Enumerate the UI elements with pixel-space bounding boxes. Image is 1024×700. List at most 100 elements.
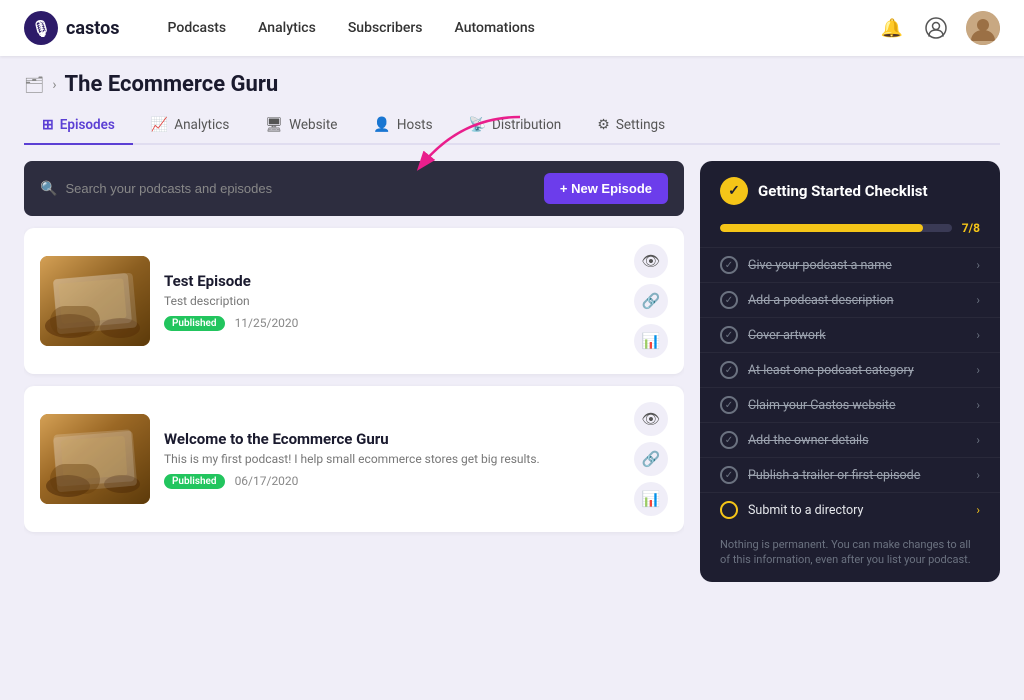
checklist-item-label: Claim your Castos website [748,398,896,413]
checklist-item-left: Submit to a directory [720,501,863,519]
stats-episode-button[interactable]: 📊 [634,324,668,358]
episode-actions: 👁 🔗 📊 [634,244,668,358]
progress-bar-background [720,224,952,232]
checklist-item-left: ✓ Give your podcast a name [720,256,892,274]
episode-date: 11/25/2020 [235,316,299,330]
content-grid: 🔍 + New Episode [24,161,1000,700]
website-tab-icon: 🖥 [265,117,283,133]
tab-distribution-label: Distribution [492,117,561,133]
checklist-item-label: Give your podcast a name [748,258,892,273]
view-episode-button[interactable]: 👁 [634,402,668,436]
nav-links: Podcasts Analytics Subscribers Automatio… [168,20,878,36]
search-icon: 🔍 [40,181,57,197]
link-episode-button[interactable]: 🔗 [634,442,668,476]
checklist-item-left: ✓ Cover artwork [720,326,826,344]
check-done-icon: ✓ [720,466,738,484]
nav-automations[interactable]: Automations [455,20,535,36]
chevron-right-icon: › [976,328,980,342]
link-icon: 🔗 [642,292,661,310]
checklist-header: ✓ Getting Started Checklist [700,161,1000,221]
eye-icon: 👁 [641,410,660,428]
progress-bar-fill [720,224,923,232]
check-done-icon: ✓ [720,396,738,414]
check-done-icon: ✓ [720,326,738,344]
chevron-right-icon: › [976,398,980,412]
eye-icon: 👁 [641,252,660,270]
link-episode-button[interactable]: 🔗 [634,284,668,318]
settings-tab-icon: ⚙ [597,117,610,133]
tab-settings-label: Settings [616,117,665,133]
checklist-item-label: Submit to a directory [748,503,863,518]
checklist-item[interactable]: ✓ Publish a trailer or first episode › [700,457,1000,492]
status-badge: Published [164,474,225,489]
user-avatar[interactable] [966,11,1000,45]
chevron-right-icon: › [976,468,980,482]
breadcrumb: 🗂 › The Ecommerce Guru [24,72,1000,97]
tab-hosts[interactable]: 👤 Hosts [355,109,450,145]
new-episode-button[interactable]: + New Episode [544,173,668,204]
chart-icon: 📊 [642,332,661,350]
checklist-item-left: ✓ Publish a trailer or first episode [720,466,920,484]
tab-episodes-label: Episodes [60,117,115,133]
episode-card: Welcome to the Ecommerce Guru This is my… [24,386,684,532]
tab-settings[interactable]: ⚙ Settings [579,109,683,145]
analytics-tab-icon: 📈 [151,117,168,133]
view-episode-button[interactable]: 👁 [634,244,668,278]
search-bar: 🔍 + New Episode [24,161,684,216]
checklist-item[interactable]: ✓ Give your podcast a name › [700,247,1000,282]
notification-icon[interactable]: 🔔 [878,14,906,42]
checklist-item-left: ✓ Claim your Castos website [720,396,896,414]
thumbnail-image [40,256,150,346]
search-input-wrap: 🔍 [40,181,544,197]
check-done-icon: ✓ [720,291,738,309]
checklist-item[interactable]: ✓ Claim your Castos website › [700,387,1000,422]
checklist-items: ✓ Give your podcast a name › ✓ Add a pod… [700,247,1000,527]
breadcrumb-separator: › [52,77,56,93]
hosts-tab-icon: 👤 [373,117,390,133]
checklist-item-label: At least one podcast category [748,363,914,378]
nav-analytics[interactable]: Analytics [258,20,316,36]
episode-title: Test Episode [164,272,620,290]
tab-analytics-label: Analytics [174,117,229,133]
tab-hosts-label: Hosts [397,117,433,133]
chart-icon: 📊 [642,490,661,508]
breadcrumb-folder-icon: 🗂 [24,75,44,94]
checklist-item-label: Publish a trailer or first episode [748,468,920,483]
checklist-item-left: ✓ Add the owner details [720,431,869,449]
checklist-item[interactable]: ✓ At least one podcast category › [700,352,1000,387]
tab-episodes[interactable]: ⊞ Episodes [24,109,133,145]
nav-podcasts[interactable]: Podcasts [168,20,227,36]
check-done-icon: ✓ [720,361,738,379]
checklist-item-left: ✓ Add a podcast description [720,291,894,309]
progress-label: 7/8 [962,221,980,235]
brand-logo[interactable]: 🎙 castos [24,11,120,45]
chevron-right-icon: › [976,433,980,447]
chevron-right-icon: › [976,258,980,272]
check-pending-icon [720,501,738,519]
account-icon[interactable] [922,14,950,42]
right-column: ✓ Getting Started Checklist 7/8 ✓ Give y… [700,161,1000,700]
episode-info: Test Episode Test description Published … [164,272,620,331]
checklist-item[interactable]: ✓ Add a podcast description › [700,282,1000,317]
checklist-item-label: Add a podcast description [748,293,894,308]
tab-analytics[interactable]: 📈 Analytics [133,109,247,145]
nav-subscribers[interactable]: Subscribers [348,20,423,36]
checklist-item[interactable]: Submit to a directory › [700,492,1000,527]
main-content: 🗂 › The Ecommerce Guru ⊞ Episodes 📈 Anal… [0,56,1024,700]
stats-episode-button[interactable]: 📊 [634,482,668,516]
episode-description: Test description [164,294,620,308]
nav-right: 🔔 [878,11,1000,45]
checklist-item-label: Add the owner details [748,433,869,448]
search-input[interactable] [65,181,543,196]
checklist-title: Getting Started Checklist [758,182,928,200]
episode-date: 06/17/2020 [235,474,299,488]
checklist-item[interactable]: ✓ Cover artwork › [700,317,1000,352]
link-icon: 🔗 [642,450,661,468]
tab-website[interactable]: 🖥 Website [247,109,355,145]
tab-website-label: Website [289,117,337,133]
progress-bar-wrap: 7/8 [700,221,1000,247]
check-done-icon: ✓ [720,256,738,274]
checklist-item[interactable]: ✓ Add the owner details › [700,422,1000,457]
tab-distribution[interactable]: 📡 Distribution [451,109,580,145]
checklist-card: ✓ Getting Started Checklist 7/8 ✓ Give y… [700,161,1000,582]
